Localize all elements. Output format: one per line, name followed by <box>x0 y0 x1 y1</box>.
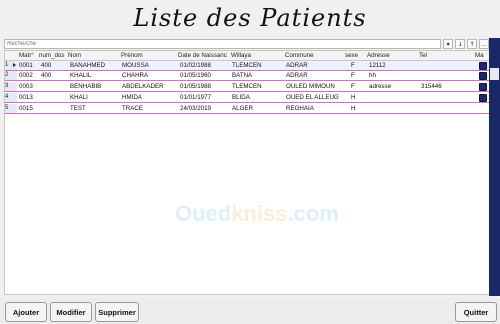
row-edit-icon[interactable] <box>479 94 487 102</box>
cell-nom[interactable]: BANAHMED <box>70 61 120 70</box>
cell-willaya[interactable]: TLEMCEN <box>232 61 284 70</box>
cell-nom[interactable]: KHALI <box>70 93 120 102</box>
row-edit-icon[interactable] <box>479 83 487 91</box>
cell-willaya[interactable]: BLIDA <box>232 93 284 102</box>
cell-matricule[interactable]: 0015 <box>19 104 39 113</box>
row-edit-icon[interactable] <box>479 72 487 80</box>
cell-commune[interactable]: OUED EL ALLEUG <box>286 93 344 102</box>
cell-prenom[interactable]: TRACE <box>122 104 177 113</box>
table-row[interactable]: 1 0001 400 BANAHMED MOUSSA 01/02/1988 TL… <box>5 61 489 70</box>
cell-sexe[interactable]: F <box>351 71 363 80</box>
row-number[interactable]: 2 <box>5 71 17 80</box>
search-bar: ▾ ↓ ↑ … <box>4 38 490 49</box>
table-header: Matr° num_dos Nom Prénom Date de Naissan… <box>5 51 489 61</box>
cell-date-naissance[interactable]: 01/02/1988 <box>180 61 230 70</box>
quit-button[interactable]: Quitter <box>455 302 497 322</box>
header-commune[interactable]: Commune <box>285 51 345 60</box>
row-separator <box>5 80 489 81</box>
row-number[interactable]: 3 <box>5 82 17 91</box>
delete-button[interactable]: Supprimer <box>95 302 139 322</box>
cell-prenom[interactable]: HMIDA <box>122 93 177 102</box>
cell-sexe[interactable]: H <box>351 104 363 113</box>
more-options-button[interactable]: … <box>479 38 490 49</box>
cell-date-naissance[interactable]: 01/05/1960 <box>180 71 230 80</box>
next-result-button[interactable]: ↓ <box>455 38 466 49</box>
cell-matricule[interactable]: 0003 <box>19 82 39 91</box>
current-row-indicator-icon <box>13 63 16 67</box>
cell-matricule[interactable]: 0001 <box>19 61 39 70</box>
cell-nom[interactable]: KHALIL <box>70 71 120 80</box>
cell-sexe[interactable]: F <box>351 82 363 91</box>
edit-button[interactable]: Modifier <box>50 302 92 322</box>
header-adresse[interactable]: Adresse <box>367 51 417 60</box>
cell-nom[interactable]: BENHABIB <box>70 82 120 91</box>
header-sexe[interactable]: sexe <box>345 51 365 60</box>
table-row[interactable]: 5 0015 TEST TRACE 24/03/2019 ALGER REGHA… <box>5 104 489 113</box>
header-num-dos[interactable]: num_dos <box>39 51 67 60</box>
vertical-scrollbar[interactable] <box>489 38 500 296</box>
cell-num-dos[interactable]: 400 <box>41 61 67 70</box>
filter-dropdown-button[interactable]: ▾ <box>443 38 454 49</box>
window-title: Liste des Patients <box>133 4 367 32</box>
cell-willaya[interactable]: BATNA <box>232 71 284 80</box>
previous-result-button[interactable]: ↑ <box>467 38 478 49</box>
cell-willaya[interactable]: TLEMCEN <box>232 82 284 91</box>
row-separator <box>5 91 489 92</box>
cell-matricule[interactable]: 0013 <box>19 93 39 102</box>
scrollbar-thumb[interactable] <box>490 68 499 80</box>
add-button[interactable]: Ajouter <box>5 302 47 322</box>
row-number[interactable]: 4 <box>5 93 17 102</box>
table-row[interactable]: 2 0002 400 KHALIL CHAHRA 01/05/1960 BATN… <box>5 71 489 80</box>
row-edit-icon[interactable] <box>479 62 487 70</box>
search-input[interactable] <box>4 38 442 49</box>
cell-commune[interactable]: ADRAR <box>286 71 344 80</box>
header-tel[interactable]: Tel <box>419 51 469 60</box>
cell-sexe[interactable]: H <box>351 93 363 102</box>
cell-num-dos[interactable]: 400 <box>41 71 67 80</box>
cell-prenom[interactable]: MOUSSA <box>122 61 177 70</box>
cell-date-naissance[interactable]: 01/05/1988 <box>180 82 230 91</box>
cell-tel[interactable]: 315446 <box>421 82 469 91</box>
row-number[interactable]: 5 <box>5 104 17 113</box>
watermark-logo: Ouedkniss.com <box>175 201 339 226</box>
cell-commune[interactable]: REGHAIA <box>286 104 344 113</box>
cell-prenom[interactable]: ABDELKADER <box>122 82 177 91</box>
row-separator <box>5 102 489 103</box>
cell-commune[interactable]: OULED MIMOUN <box>286 82 344 91</box>
cell-date-naissance[interactable]: 24/03/2019 <box>180 104 230 113</box>
cell-prenom[interactable]: CHAHRA <box>122 71 177 80</box>
cell-adresse[interactable]: hh <box>369 71 417 80</box>
cell-date-naissance[interactable]: 01/01/1977 <box>180 93 230 102</box>
header-matricule[interactable]: Matr° <box>19 51 39 60</box>
header-willaya[interactable]: Willaya <box>231 51 283 60</box>
header-ma[interactable]: Ma <box>475 51 489 60</box>
header-nom[interactable]: Nom <box>68 51 120 60</box>
cell-adresse[interactable]: 12112 <box>369 61 417 70</box>
header-prenom[interactable]: Prénom <box>121 51 177 60</box>
cell-adresse[interactable]: adresse <box>369 82 417 91</box>
header-date-naissance[interactable]: Date de Naissanc <box>178 51 230 60</box>
row-separator <box>5 113 489 114</box>
table-row[interactable]: 4 0013 KHALI HMIDA 01/01/1977 BLIDA OUED… <box>5 93 489 102</box>
cell-willaya[interactable]: ALGER <box>232 104 284 113</box>
patients-table: Matr° num_dos Nom Prénom Date de Naissan… <box>4 50 490 295</box>
table-row[interactable]: 3 0003 BENHABIB ABDELKADER 01/05/1988 TL… <box>5 82 489 91</box>
cell-sexe[interactable]: F <box>351 61 363 70</box>
cell-commune[interactable]: ADRAR <box>286 61 344 70</box>
cell-nom[interactable]: TEST <box>70 104 120 113</box>
cell-matricule[interactable]: 0002 <box>19 71 39 80</box>
